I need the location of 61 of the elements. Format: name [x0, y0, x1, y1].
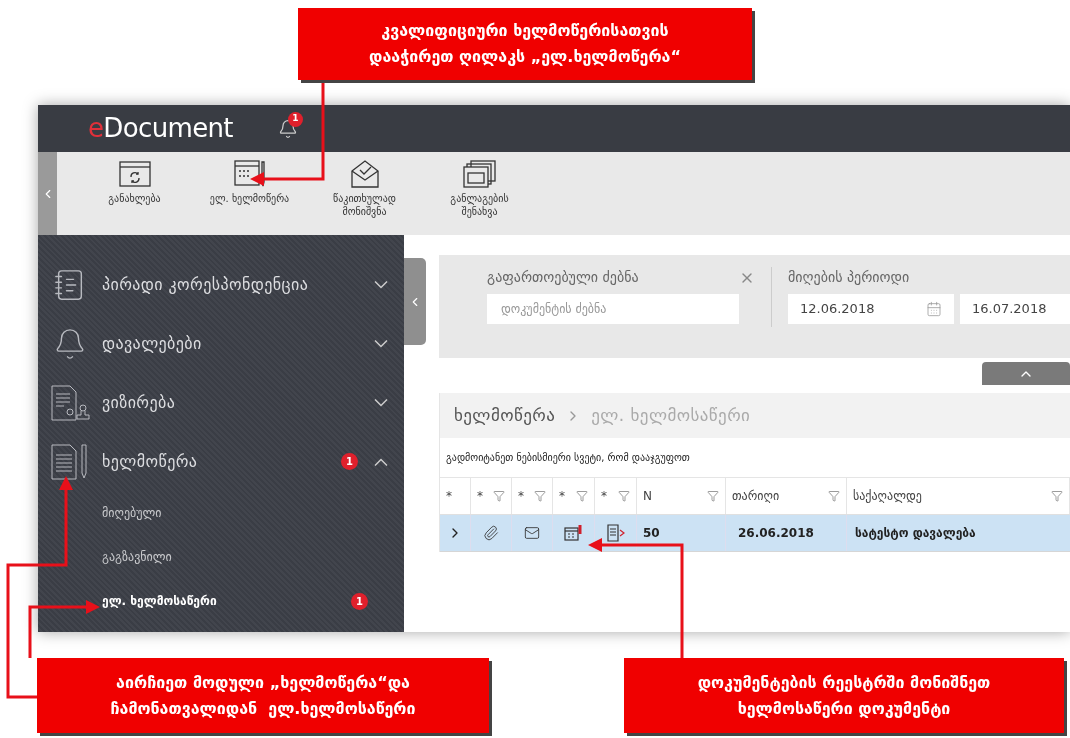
submenu-item[interactable]: მიღებული — [50, 491, 388, 535]
filter-icon[interactable] — [618, 490, 630, 502]
table-cell-text: 26.06.2018 — [738, 525, 814, 542]
filter-icon[interactable] — [1051, 490, 1063, 502]
callout-text: დააჭირეთ ღილაკს „ელ.ხელმოწერა“ — [369, 46, 681, 68]
filter-icon[interactable] — [576, 490, 588, 502]
count-badge: 1 — [341, 453, 358, 470]
filter-icon[interactable] — [707, 490, 719, 502]
column-header[interactable]: საქაღალდე — [847, 478, 1070, 514]
callout-text: ხელმოსაწერი დოკუმენტი — [737, 697, 951, 720]
toolbar-button[interactable]: განლაგების შენახვა — [427, 159, 532, 235]
breadcrumb-item[interactable]: ხელმოწერა — [454, 402, 556, 429]
table-cell-text: 50 — [643, 525, 660, 542]
layout-windows-icon — [462, 159, 497, 189]
chevron-down-icon — [374, 339, 388, 348]
chevron-down-icon — [374, 280, 388, 289]
column-header[interactable]: * — [440, 478, 471, 514]
chevron-down-icon — [374, 398, 388, 407]
column-header[interactable]: * — [553, 478, 595, 514]
logo[interactable]: eDocument — [88, 109, 233, 148]
paperclip-icon — [483, 525, 499, 541]
toolbar-button[interactable]: ელ. ხელმოწერა — [197, 159, 302, 235]
callout-text: დოკუმენტების რეესტრში მონიშნეთ — [697, 671, 991, 694]
table-cell-text: სატესტო დავალება — [855, 525, 976, 542]
filter-icon[interactable] — [493, 490, 505, 502]
group-hint: გადმოიტანეთ ნებისმიერი სვეტი, რომ დააჯგუფოთ — [446, 451, 690, 465]
column-header[interactable]: * — [471, 478, 512, 514]
submenu-item[interactable]: ელ. ხელმოსაწერი 1 — [50, 579, 388, 623]
calendar-icon[interactable] — [926, 301, 942, 317]
callout-text: ჩამონათვალიდან ელ.ხელმოსაწერი — [110, 697, 416, 720]
envelope-icon — [524, 525, 540, 541]
date-field[interactable]: 12.06.2018 — [788, 294, 954, 324]
sidebar-item[interactable]: დავალებები — [50, 314, 388, 373]
filter-icon[interactable] — [534, 490, 546, 502]
sidebar-item[interactable]: პირადი კორესპონდენცია — [50, 255, 388, 314]
column-header[interactable]: თარიღი — [726, 478, 847, 514]
count-badge: 1 — [351, 592, 368, 610]
document-arrow-icon — [605, 524, 626, 542]
panel-title: მიღების პერიოდი — [788, 268, 911, 287]
date-field[interactable]: 16.07.2018 — [960, 294, 1070, 324]
code-and-pen-icon — [232, 159, 267, 189]
document-pen-icon — [50, 442, 90, 481]
submenu-item[interactable]: გაგზავნილი — [50, 535, 388, 579]
search-field[interactable]: დოკუმენტის ძებნა — [487, 294, 739, 324]
filter-icon[interactable] — [828, 490, 840, 502]
sidebar-item[interactable]: ვიზირება — [50, 373, 388, 432]
sidebar-item[interactable]: ხელმოწერა 1 — [50, 432, 388, 491]
chevron-up-icon — [374, 457, 388, 466]
column-header[interactable]: * — [512, 478, 553, 514]
certificate-icon — [563, 524, 584, 542]
panel-title: გაფართოებული ძებნა — [487, 268, 639, 287]
refresh-window-icon — [117, 159, 152, 189]
notification-badge: 1 — [287, 111, 303, 127]
document-stamp-icon — [50, 383, 90, 422]
callout-text: აირჩიეთ მოდული „ხელმოწერა“და — [116, 671, 410, 694]
column-header[interactable]: N — [637, 478, 726, 514]
toolbar-button[interactable]: წაკითხულად მონიშვნა — [312, 159, 417, 235]
column-header[interactable]: * — [595, 478, 637, 514]
toolbar-button[interactable]: განახლება — [82, 159, 187, 235]
table-row[interactable]: 50 26.06.2018 სატესტო დავალება — [440, 515, 1070, 552]
callout-text: კვალიფიციური ხელმოწერისათვის — [381, 20, 669, 42]
